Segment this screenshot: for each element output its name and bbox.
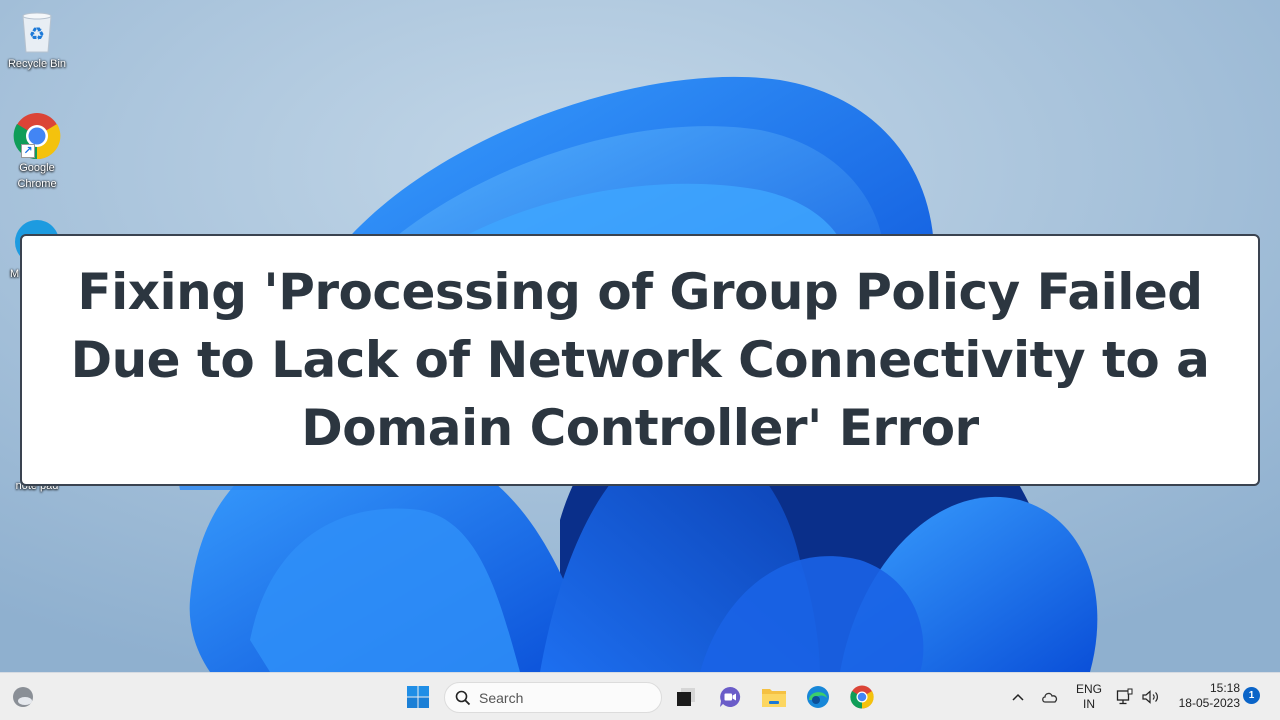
desktop-icon-recycle-bin[interactable]: ♻ Recycle Bin [2, 8, 72, 72]
desktop-icon-label: Google Chrome [2, 160, 72, 192]
language-code: ENG [1075, 682, 1102, 696]
chevron-up-icon [1012, 693, 1024, 701]
shortcut-arrow-icon: ↗ [21, 144, 35, 158]
recycle-bin-icon: ♻ [13, 8, 61, 56]
file-explorer-button[interactable] [761, 684, 787, 710]
chrome-icon: ↗ [13, 112, 61, 160]
desktop-icon-label-text: Google Chrome [17, 162, 57, 190]
edge-icon [807, 686, 829, 708]
notification-badge[interactable]: 1 [1243, 687, 1260, 704]
weather-widget-button[interactable] [10, 684, 36, 710]
network-button[interactable] [1114, 686, 1136, 708]
banner-line-1: Fixing 'Processing of Group Policy Faile… [77, 263, 1203, 321]
desktop-icon-label: Recycle Bin [7, 58, 67, 70]
taskbar: Search ENG IN 15:18 18-05-2023 [0, 672, 1280, 720]
banner-line-3: Domain Controller' Error [301, 399, 979, 457]
search-icon [455, 690, 471, 705]
banner-line-2: Due to Lack of Network Connectivity to a [70, 331, 1210, 389]
weather-widget-icon [13, 687, 33, 707]
volume-button[interactable] [1140, 686, 1162, 708]
chrome-taskbar-button[interactable] [849, 684, 875, 710]
task-view-button[interactable] [673, 684, 699, 710]
start-button[interactable] [405, 684, 431, 710]
clock-time: 15:18 [1209, 681, 1240, 695]
clock[interactable]: 15:18 18-05-2023 [1168, 681, 1240, 711]
onedrive-tray-button[interactable] [1039, 687, 1061, 707]
teams-chat-button[interactable] [717, 684, 743, 710]
clock-date: 18-05-2023 [1178, 696, 1240, 710]
desktop-icon-google-chrome[interactable]: ↗ Google Chrome [2, 112, 72, 192]
network-wired-icon [1116, 688, 1133, 705]
search-placeholder: Search [479, 689, 524, 706]
taskbar-search-box[interactable]: Search [444, 682, 662, 713]
task-view-icon [677, 688, 695, 706]
title-banner: Fixing 'Processing of Group Policy Faile… [20, 234, 1260, 486]
file-explorer-icon [762, 689, 786, 707]
language-indicator[interactable]: ENG IN [1070, 682, 1108, 712]
language-region: IN [1083, 697, 1095, 711]
show-hidden-icons-button[interactable] [1008, 687, 1028, 707]
edge-taskbar-button[interactable] [805, 684, 831, 710]
speaker-icon [1142, 690, 1158, 704]
windows-start-icon [407, 686, 429, 708]
teams-chat-icon [720, 686, 741, 707]
onedrive-icon [1042, 692, 1058, 703]
svg-text:♻: ♻ [29, 24, 45, 45]
chrome-icon [850, 685, 874, 709]
